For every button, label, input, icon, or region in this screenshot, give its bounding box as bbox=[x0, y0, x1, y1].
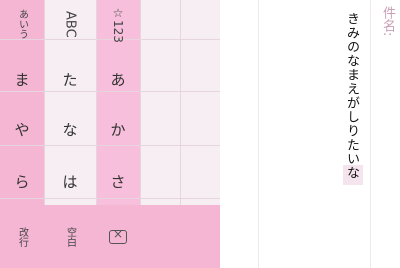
abc-mode-key[interactable]: ABC bbox=[44, 0, 96, 48]
key-ra[interactable]: ら bbox=[0, 156, 44, 206]
divider bbox=[258, 0, 259, 268]
symbol-mode-key[interactable]: ☆123 bbox=[96, 0, 140, 48]
key-sa[interactable]: さ bbox=[96, 156, 140, 206]
body-text-field[interactable]: きみのなまえがしりたいな bbox=[342, 12, 361, 180]
key-ya[interactable]: や bbox=[0, 104, 44, 154]
backspace-icon bbox=[109, 227, 127, 244]
enter-key[interactable]: 改行 bbox=[0, 205, 44, 268]
editor bbox=[220, 0, 400, 268]
key-ka[interactable]: か bbox=[96, 104, 140, 154]
divider bbox=[370, 0, 371, 268]
subject-label: 件名: bbox=[380, 6, 395, 37]
backspace-key[interactable] bbox=[96, 205, 140, 268]
keyboard: ☆123 ABC あいう あ か さ た な は ま や ら 空白 改行 bbox=[0, 0, 220, 268]
key-a[interactable]: あ bbox=[96, 54, 140, 104]
kana-mode-key[interactable]: あいう bbox=[0, 0, 44, 48]
key-ha[interactable]: は bbox=[44, 156, 96, 206]
key-na[interactable]: な bbox=[44, 104, 96, 154]
key-ta[interactable]: た bbox=[44, 54, 96, 104]
screen: ☆123 ABC あいう あ か さ た な は ま や ら 空白 改行 件名:… bbox=[0, 0, 400, 268]
space-key[interactable]: 空白 bbox=[44, 205, 96, 268]
key-ma[interactable]: ま bbox=[0, 54, 44, 104]
